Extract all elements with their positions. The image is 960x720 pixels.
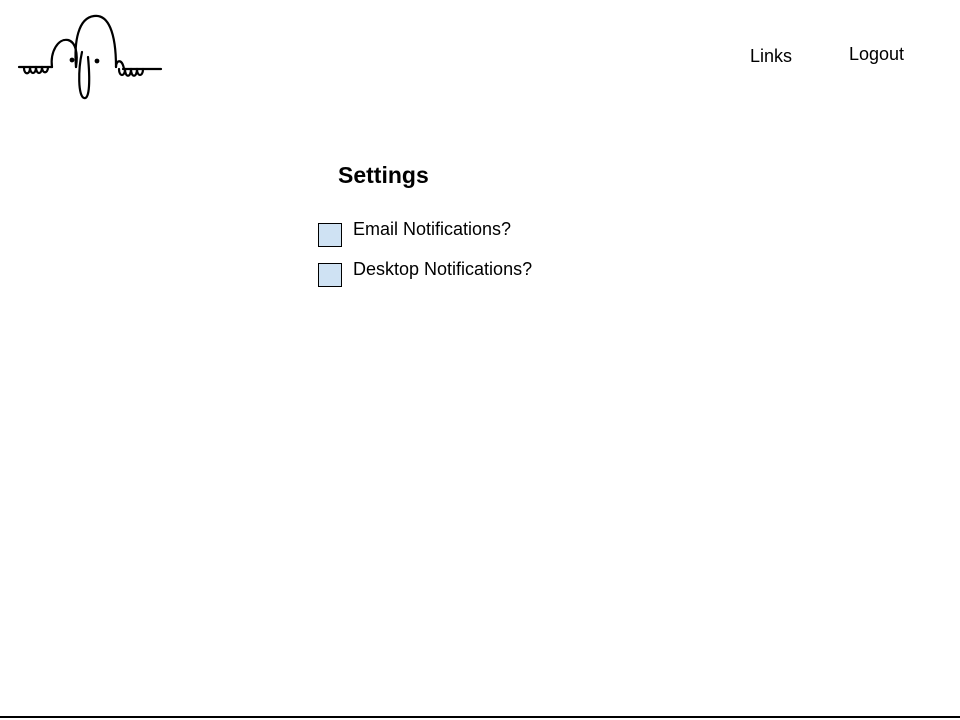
page-bottom-divider — [0, 716, 960, 718]
nav-logout-link[interactable]: Logout — [849, 44, 904, 65]
email-notifications-setting: Email Notifications? — [317, 219, 617, 249]
page-title: Settings — [338, 162, 429, 188]
email-notifications-checkbox[interactable] — [318, 223, 342, 247]
peeking-creature-logo-icon — [16, 12, 166, 104]
email-notifications-label: Email Notifications? — [353, 219, 512, 239]
desktop-notifications-label: Desktop Notifications? — [353, 259, 533, 279]
nav-links-link[interactable]: Links — [750, 46, 792, 67]
desktop-notifications-setting: Desktop Notifications? — [317, 259, 617, 289]
desktop-notifications-checkbox[interactable] — [318, 263, 342, 287]
